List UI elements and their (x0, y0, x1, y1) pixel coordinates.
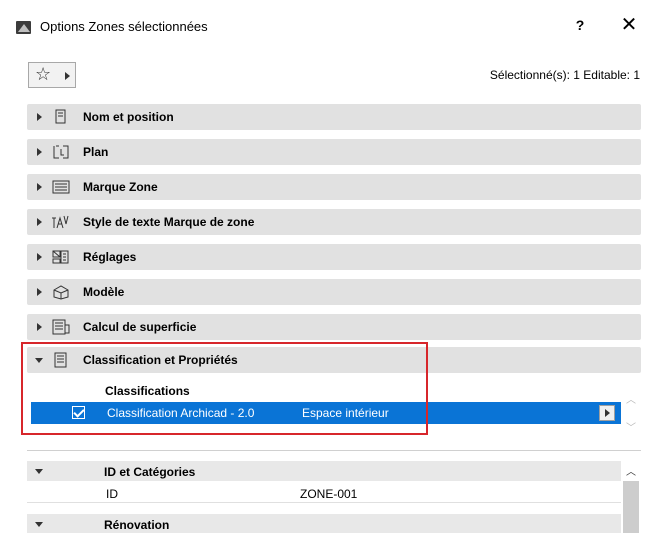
scrollbar[interactable]: ︿ (621, 451, 641, 533)
chevron-down-icon[interactable]: ﹀ (626, 419, 636, 434)
panel-calcul-superficie[interactable]: Calcul de superficie (27, 314, 641, 340)
panel-label: Réglages (83, 250, 137, 264)
chevron-up-icon[interactable]: ︿ (626, 463, 636, 478)
classification-menu-button[interactable] (599, 405, 615, 421)
chevron-up-icon[interactable]: ︿ (626, 391, 636, 406)
panel-label: Classification et Propriétés (83, 353, 238, 367)
star-icon: ☆ (35, 64, 52, 84)
property-value: ZONE-001 (300, 487, 358, 501)
panel-reglages[interactable]: Réglages (27, 244, 641, 270)
panel-label: Modèle (83, 285, 125, 299)
properties-list: ID et Catégories ID ZONE-001 Rénovation … (27, 450, 641, 533)
expand-arrow-icon (37, 183, 42, 191)
property-group-label: ID et Catégories (104, 465, 196, 479)
collapse-arrow-icon (35, 522, 43, 527)
property-name: ID (106, 487, 118, 501)
panel-label: Plan (83, 145, 109, 159)
settings-icon (52, 250, 69, 264)
panel-label: Style de texte Marque de zone (83, 215, 255, 229)
classifications-header: Classifications (105, 384, 190, 398)
floor-plan-icon (53, 145, 69, 159)
zone-stamp-icon (52, 180, 70, 194)
expand-arrow-icon (37, 288, 42, 296)
panel-label: Nom et position (83, 110, 174, 124)
expand-arrow-icon (37, 323, 42, 331)
classification-value: Espace intérieur (302, 406, 389, 420)
property-group-row[interactable]: ID et Catégories (27, 461, 621, 481)
property-row[interactable]: ID ZONE-001 (27, 483, 621, 503)
classification-icon (54, 352, 67, 368)
classification-row[interactable]: Classification Archicad - 2.0 Espace int… (31, 402, 621, 424)
property-group-label: Rénovation (104, 518, 170, 532)
panel-style-texte[interactable]: Style de texte Marque de zone (27, 209, 641, 235)
scrollbar-thumb[interactable] (623, 481, 639, 533)
panel-classification-proprietes[interactable]: Classification et Propriétés (27, 347, 641, 373)
panel-plan[interactable]: Plan (27, 139, 641, 165)
checkbox[interactable] (72, 406, 85, 419)
text-style-icon (52, 215, 69, 229)
close-button[interactable]: ✕ (618, 14, 640, 36)
model-icon (53, 285, 69, 300)
collapse-arrow-icon (35, 469, 43, 474)
panel-label: Calcul de superficie (83, 320, 197, 334)
area-calc-icon (52, 319, 70, 335)
name-position-icon (55, 109, 66, 124)
panel-modele[interactable]: Modèle (27, 279, 641, 305)
collapse-arrow-icon (35, 358, 43, 363)
selection-status: Sélectionné(s): 1 Editable: 1 (489, 68, 640, 82)
expand-arrow-icon (37, 113, 42, 121)
property-group-row[interactable]: Rénovation (27, 514, 621, 533)
favorites-button[interactable]: ☆ (28, 62, 76, 88)
title-bar: Options Zones sélectionnées ? ✕ (0, 0, 652, 56)
classifications-list: Classifications Classification Archicad … (27, 373, 641, 435)
help-button[interactable]: ? (570, 17, 590, 37)
scrollbar[interactable]: ︿ ﹀ (621, 373, 641, 435)
window-title: Options Zones sélectionnées (40, 19, 208, 34)
panel-nom-et-position[interactable]: Nom et position (27, 104, 641, 130)
chevron-right-icon (65, 72, 70, 80)
panel-marque-zone[interactable]: Marque Zone (27, 174, 641, 200)
app-icon (16, 21, 31, 34)
expand-arrow-icon (37, 148, 42, 156)
panel-label: Marque Zone (83, 180, 158, 194)
expand-arrow-icon (37, 253, 42, 261)
classification-system: Classification Archicad - 2.0 (107, 406, 255, 420)
expand-arrow-icon (37, 218, 42, 226)
